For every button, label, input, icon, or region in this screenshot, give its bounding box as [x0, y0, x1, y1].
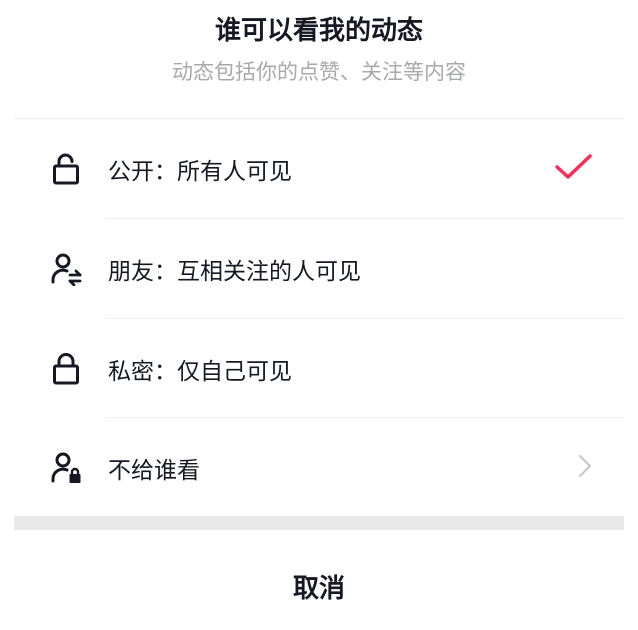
visibility-sheet: 谁可以看我的动态 动态包括你的点赞、关注等内容 公开：所有人可见 朋友：互相关注…	[0, 0, 638, 630]
sheet-header: 谁可以看我的动态 动态包括你的点赞、关注等内容	[0, 0, 638, 118]
option-hide-from[interactable]: 不给谁看	[0, 418, 638, 517]
sheet-subtitle: 动态包括你的点赞、关注等内容	[172, 60, 466, 84]
option-public[interactable]: 公开：所有人可见	[0, 119, 638, 218]
user-lock-icon	[50, 451, 82, 485]
option-private[interactable]: 私密：仅自己可见	[0, 319, 638, 418]
option-hide-from-label: 不给谁看	[108, 457, 200, 484]
checkmark-icon	[554, 152, 594, 186]
cancel-label: 取消	[292, 574, 345, 604]
cancel-button[interactable]: 取消	[0, 530, 638, 630]
option-public-label: 公开：所有人可见	[108, 158, 292, 185]
lock-icon	[50, 352, 82, 386]
unlock-icon	[50, 152, 82, 186]
section-separator	[14, 516, 624, 530]
option-private-label: 私密：仅自己可见	[108, 358, 292, 385]
option-friends[interactable]: 朋友：互相关注的人可见	[0, 219, 638, 318]
option-friends-label: 朋友：互相关注的人可见	[108, 258, 361, 285]
chevron-right-icon	[578, 454, 592, 482]
friends-icon	[50, 252, 82, 286]
sheet-title: 谁可以看我的动态	[214, 16, 423, 46]
